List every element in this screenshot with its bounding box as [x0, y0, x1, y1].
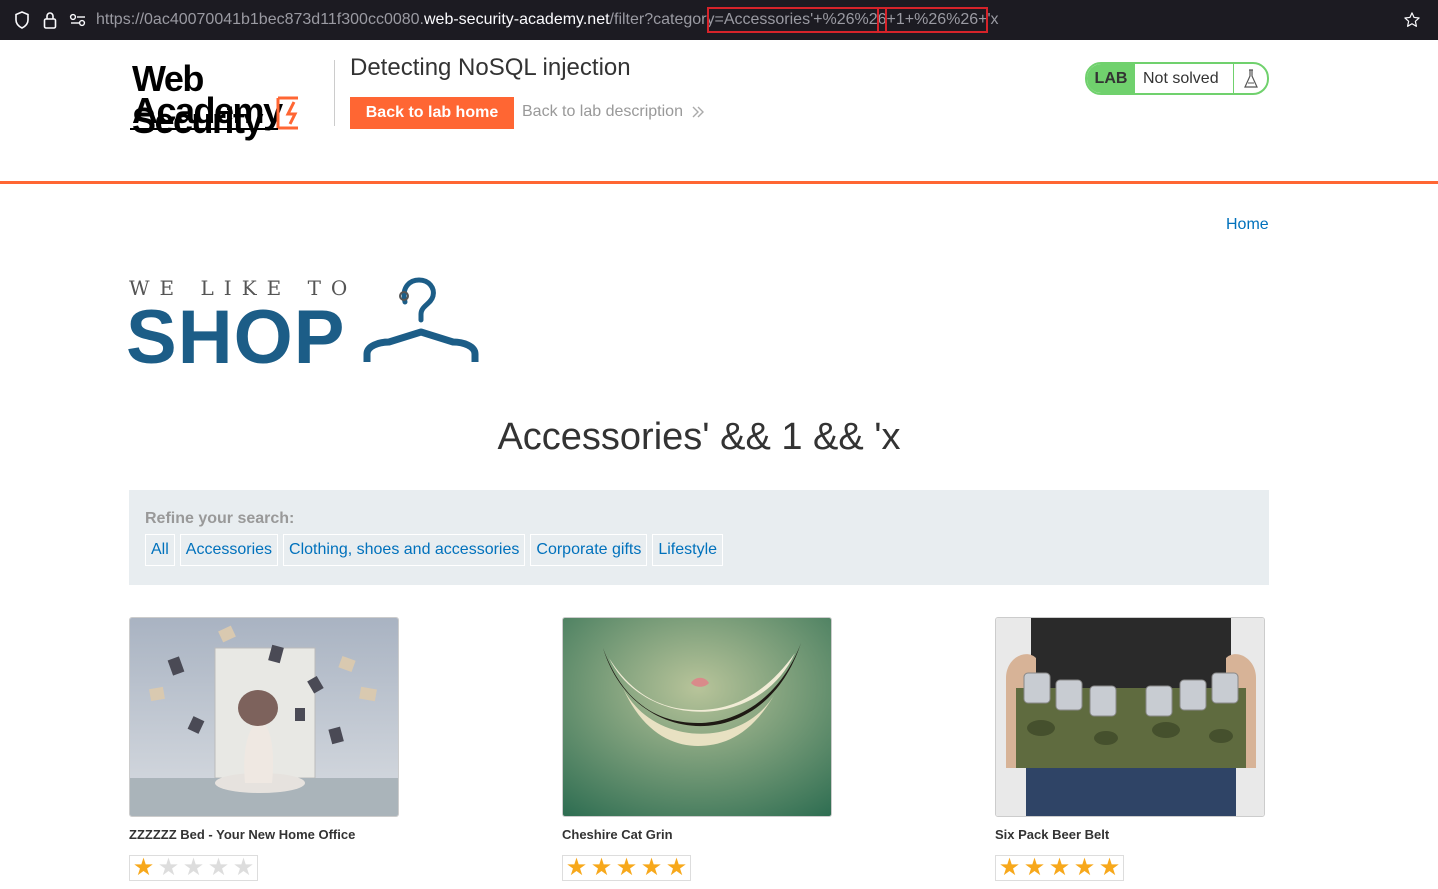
star-icon: ★	[132, 854, 155, 881]
star-icon: ★	[1098, 854, 1121, 881]
star-icon: ★	[1073, 854, 1096, 881]
description-link-label: Back to lab description	[522, 103, 683, 120]
star-icon: ★	[665, 854, 688, 881]
we-like-to-shop-logo[interactable]: WE LIKE TO SHOP	[126, 276, 481, 380]
bookmark-star-icon[interactable]	[1402, 10, 1422, 30]
url-host: web-security-academy.net	[423, 11, 610, 28]
star-icon: ★	[157, 854, 180, 881]
logo-underline	[130, 128, 278, 130]
permissions-icon[interactable]	[68, 10, 88, 30]
star-icon: ★	[615, 854, 638, 881]
rating-stars: ★ ★ ★ ★ ★	[562, 855, 691, 881]
filter-clothing-shoes-accessories[interactable]: Clothing, shoes and accessories	[283, 534, 526, 566]
product-image-beer-belt[interactable]	[995, 617, 1265, 817]
lock-icon[interactable]	[40, 10, 60, 30]
filter-lifestyle[interactable]: Lifestyle	[652, 534, 724, 566]
web-security-academy-logo[interactable]: Web Security Academy	[130, 58, 330, 141]
product-card[interactable]: ZZZZZZ Bed - Your New Home Office ★ ★ ★ …	[129, 617, 399, 881]
double-chevron-right-icon	[692, 106, 704, 118]
product-card[interactable]: Cheshire Cat Grin ★ ★ ★ ★ ★	[562, 617, 832, 881]
rating-stars: ★ ★ ★ ★ ★	[129, 855, 258, 881]
product-name[interactable]: Six Pack Beer Belt	[995, 827, 1265, 842]
shop-logo-main-text: SHOP	[126, 295, 346, 380]
lab-status-widget: LAB Not solved	[1085, 62, 1269, 95]
refine-label: Refine your search:	[145, 510, 295, 527]
lab-status-tag: LAB	[1087, 64, 1135, 93]
star-icon: ★	[232, 854, 255, 881]
star-icon: ★	[182, 854, 205, 881]
star-icon: ★	[998, 854, 1021, 881]
lab-header: Web Security Academy Detecting NoSQL inj…	[0, 40, 1438, 184]
flask-icon	[1233, 64, 1267, 93]
product-image-cheshire-grin[interactable]	[562, 617, 832, 817]
back-to-lab-home-button[interactable]: Back to lab home	[350, 97, 514, 129]
filter-accessories[interactable]: Accessories	[179, 534, 279, 566]
filter-all[interactable]: All	[145, 534, 175, 566]
product-name[interactable]: ZZZZZZ Bed - Your New Home Office	[129, 827, 399, 842]
star-icon: ★	[640, 854, 663, 881]
lab-title: Detecting NoSQL injection	[350, 54, 631, 81]
star-icon: ★	[1023, 854, 1046, 881]
star-icon: ★	[1048, 854, 1071, 881]
academy-bolt-icon	[276, 96, 298, 130]
url-prefix: https://0ac40070041b1bec873d11f300cc0080…	[96, 11, 424, 28]
rating-stars: ★ ★ ★ ★ ★	[995, 855, 1124, 881]
logo-divider	[334, 60, 335, 126]
product-image-bed[interactable]	[129, 617, 399, 817]
home-link[interactable]: Home	[1226, 216, 1269, 234]
star-icon: ★	[590, 854, 613, 881]
lab-status-text: Not solved	[1143, 69, 1219, 87]
category-heading: Accessories' && 1 && 'x	[497, 416, 901, 458]
coat-hanger-icon	[363, 277, 479, 362]
refine-search-panel: Refine your search: All Accessories Clot…	[129, 490, 1269, 585]
filter-corporate-gifts[interactable]: Corporate gifts	[530, 534, 648, 566]
back-to-lab-description-link[interactable]: Back to lab description	[522, 103, 705, 121]
product-name[interactable]: Cheshire Cat Grin	[562, 827, 832, 842]
logo-line2: Academy	[132, 90, 283, 131]
star-icon: ★	[565, 854, 588, 881]
url-highlight-box	[707, 7, 988, 33]
browser-url-bar: https://0ac40070041b1bec873d11f300cc0080…	[0, 0, 1438, 40]
category-filters: All Accessories Clothing, shoes and acce…	[145, 534, 724, 566]
product-card[interactable]: Six Pack Beer Belt ★ ★ ★ ★ ★	[995, 617, 1265, 881]
star-icon: ★	[207, 854, 230, 881]
url-highlight-inner	[877, 7, 887, 33]
shield-icon[interactable]	[12, 10, 32, 30]
